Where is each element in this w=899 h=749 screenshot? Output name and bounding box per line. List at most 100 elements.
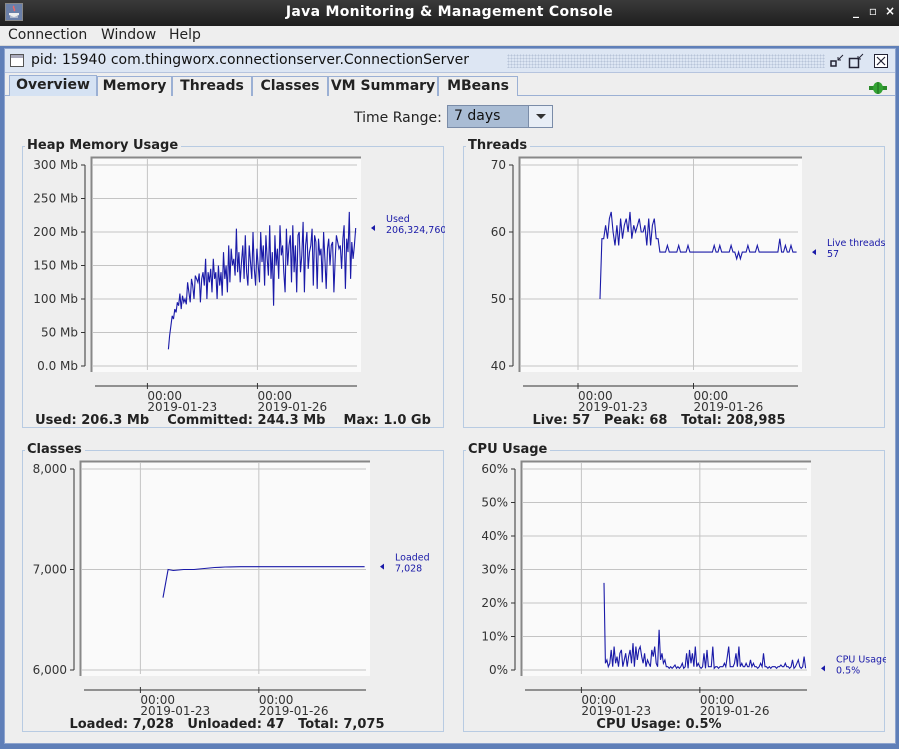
stat-label: Unloaded: — [187, 717, 262, 732]
y-tick-label: 250 Mb — [33, 192, 78, 206]
y-tick-label: 50% — [481, 496, 508, 510]
stat-label: Live: — [532, 413, 568, 428]
legend-series-name: Live threads — [827, 238, 886, 249]
chevron-down-icon[interactable] — [528, 106, 552, 127]
heap-memory-panel: Heap Memory Usage 0.0 Mb 50 Mb 100 Mb 150 M… — [22, 138, 445, 428]
y-tick-label: 10% — [481, 630, 508, 644]
menu-bar: Connection Window Help — [0, 26, 899, 46]
y-tick-label: 70 — [491, 158, 506, 172]
stat-value: 0.5% — [685, 717, 722, 732]
menu-window[interactable]: Window — [101, 27, 156, 43]
x-tick-date: 2019-01-26 — [257, 400, 327, 414]
y-tick-label: 60 — [491, 225, 506, 239]
x-tick-date: 2019-01-23 — [578, 400, 648, 414]
stat-label: Max: — [343, 413, 379, 428]
threads-stats: Live: 57 Peak: 68 Total: 208,985 — [434, 413, 884, 428]
close-button[interactable]: × — [883, 4, 897, 18]
connected-status-icon[interactable] — [869, 79, 887, 94]
plot-area — [91, 157, 361, 372]
y-tick-label: 60% — [481, 462, 508, 476]
classes-panel: Classes 6,000 7,000 8,000 00:00 2019-01-23 00… — [22, 442, 444, 732]
y-tick-label: 20% — [481, 596, 508, 610]
legend-marker-icon — [812, 249, 816, 256]
legend-series-value: 57 — [827, 249, 839, 260]
y-tick-label: 200 Mb — [33, 225, 78, 239]
minimize-button[interactable]: _ — [849, 4, 863, 18]
y-tick-label: 0% — [489, 663, 508, 677]
menu-help-label: Help — [169, 27, 201, 43]
tab-mbeans[interactable]: MBeans — [438, 76, 518, 96]
y-tick-label: 40% — [481, 529, 508, 543]
menu-window-label: Window — [101, 27, 157, 43]
plot-area — [521, 461, 811, 676]
y-tick-label: 40 — [491, 359, 506, 373]
heap-memory-chart: 0.0 Mb 50 Mb 100 Mb 150 Mb 200 Mb 250 Mb 300 M… — [33, 156, 445, 414]
menu-help[interactable]: Help — [169, 27, 201, 43]
cpu-stats: CPU Usage: 0.5% — [434, 717, 884, 732]
tab-classes[interactable]: Classes — [252, 76, 328, 96]
legend-series-name: CPU Usage — [836, 654, 886, 665]
window-title: Java Monitoring & Management Console — [285, 4, 614, 20]
x-tick-date: 2019-01-26 — [694, 400, 764, 414]
legend-series-name: Loaded — [395, 553, 430, 564]
connection-internal-frame: pid: 15940 com.thingworx.connectionserve… — [4, 48, 896, 744]
stat-value: 244.3 Mb — [257, 413, 326, 428]
x-tick-date: 2019-01-23 — [147, 400, 217, 414]
stat-value: 57 — [572, 413, 591, 428]
time-range-label: Time Range: — [354, 110, 442, 126]
stat-value: 7,028 — [132, 717, 174, 732]
maximize-button[interactable]: ▫ — [866, 4, 880, 18]
legend-marker-icon — [821, 665, 825, 672]
legend-series-name: Used — [386, 214, 410, 225]
y-tick-label: 30% — [481, 563, 508, 577]
y-tick-label: 150 Mb — [33, 259, 78, 273]
threads-panel: Threads 40 50 60 70 00:00 2019-01-23 00:00 2019… — [463, 138, 886, 428]
stat-label: Committed: — [167, 413, 254, 428]
close-frame-icon[interactable] — [873, 53, 889, 69]
x-tick-date: 2019-01-26 — [259, 704, 329, 718]
y-tick-label: 50 — [491, 292, 506, 306]
tab-overview[interactable]: Overview — [9, 75, 97, 96]
internal-frame-titlebar: pid: 15940 com.thingworx.connectionserve… — [5, 49, 895, 73]
tab-memory[interactable]: Memory — [97, 76, 172, 96]
restore-frame-icon[interactable] — [848, 53, 864, 69]
stat-label: Total: — [681, 413, 722, 428]
stat-label: Peak: — [603, 413, 645, 428]
y-tick-label: 6,000 — [33, 663, 67, 677]
legend-series-value: 206,324,760 — [386, 225, 445, 236]
stat-label: Loaded: — [69, 717, 129, 732]
titlebar-drag-area[interactable] — [507, 54, 825, 68]
x-tick-date: 2019-01-23 — [581, 704, 651, 718]
time-range-value: 7 days — [454, 108, 501, 124]
classes-chart: 6,0007,0008,00000:002019-01-2300:002019-… — [33, 460, 430, 718]
stat-label: Used: — [35, 413, 77, 428]
x-tick-date: 2019-01-26 — [700, 704, 770, 718]
threads-chart: 4050607000:002019-01-2300:002019-01-26Li… — [491, 156, 886, 414]
heap-stats: Used: 206.3 Mb Committed: 244.3 Mb Max: … — [23, 413, 443, 428]
legend-series-value: 0.5% — [836, 665, 860, 676]
stat-value: 206.3 Mb — [81, 413, 150, 428]
cpu-usage-panel: CPU Usage 0% 10% 20% 30% 40% 50% 60% 00:00 2019-… — [463, 442, 886, 732]
internal-frame-title: pid: 15940 com.thingworx.connectionserve… — [31, 52, 470, 68]
tab-threads[interactable]: Threads — [172, 76, 252, 96]
cpu-usage-chart: 0%10%20%30%40%50%60%00:002019-01-2300:00… — [481, 460, 886, 718]
stat-label: CPU Usage: — [596, 717, 681, 732]
stat-value: 7,075 — [343, 717, 385, 732]
stat-label: Total: — [298, 717, 339, 732]
legend-marker-icon — [371, 224, 375, 231]
overview-panel: Time Range: 7 days Heap Memory Usage 0.0… — [9, 97, 891, 739]
tab-vm-summary[interactable]: VM Summary — [328, 76, 438, 96]
menu-connection[interactable]: Connection — [8, 27, 87, 43]
stat-value: 1.0 Gb — [383, 413, 431, 428]
y-tick-label: 0.0 Mb — [37, 359, 78, 373]
window-titlebar: Java Monitoring & Management Console _ ▫… — [0, 0, 899, 26]
iconify-frame-icon[interactable] — [829, 53, 845, 69]
frame-window-icon — [10, 54, 24, 67]
stat-value: 208,985 — [726, 413, 786, 428]
time-range-dropdown[interactable]: 7 days — [447, 105, 553, 128]
stat-value: 47 — [266, 717, 285, 732]
legend-series-value: 7,028 — [395, 564, 422, 575]
y-tick-label: 8,000 — [33, 462, 67, 476]
tab-bar: Overview Memory Threads Classes VM Summa… — [5, 74, 895, 96]
legend-marker-icon — [380, 563, 384, 570]
